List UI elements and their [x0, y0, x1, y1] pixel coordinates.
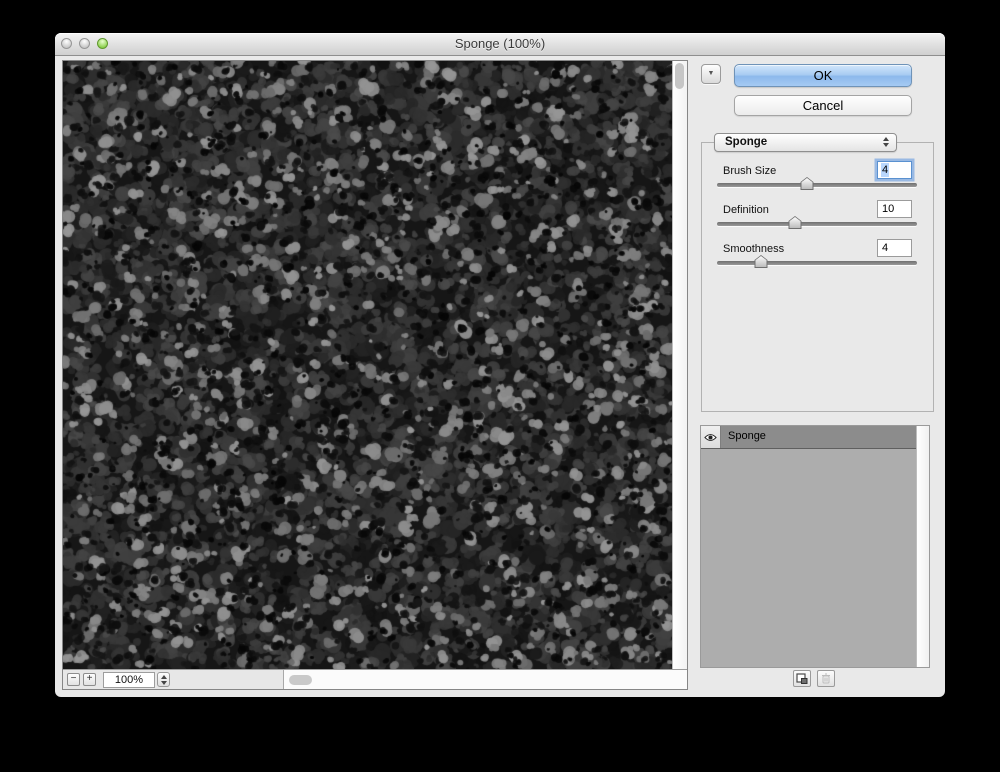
- zoom-stepper[interactable]: [157, 672, 170, 687]
- delete-effect-layer-button: [817, 670, 835, 687]
- zoom-in-button[interactable]: +: [83, 673, 96, 686]
- sponge-filter-dialog: Sponge (100%) − + 100% ▼ OK Cancel Spong…: [55, 33, 945, 697]
- slider-track[interactable]: [717, 183, 917, 187]
- zoom-button[interactable]: [97, 38, 108, 49]
- preview-vertical-scrollbar[interactable]: [672, 61, 687, 669]
- definition-slider-thumb[interactable]: [788, 216, 802, 229]
- window-title: Sponge (100%): [454, 36, 546, 51]
- effect-layer-name: Sponge: [728, 430, 766, 442]
- dropdown-arrows-icon: [883, 137, 889, 147]
- filter-preview-canvas[interactable]: [63, 61, 672, 669]
- eye-icon: [704, 433, 717, 441]
- smoothness-slider-thumb[interactable]: [754, 255, 768, 268]
- preview-horizontal-scrollbar[interactable]: [283, 670, 687, 689]
- new-effect-layer-icon: [796, 673, 808, 684]
- layer-visibility-toggle[interactable]: [701, 426, 721, 448]
- smoothness-value: 4: [882, 242, 889, 254]
- zoom-level-field[interactable]: 100%: [103, 672, 155, 688]
- horizontal-scrollbar-thumb[interactable]: [289, 675, 312, 685]
- definition-value: 10: [882, 203, 895, 215]
- stepper-up-icon: [160, 674, 167, 679]
- stepper-down-icon: [160, 680, 167, 685]
- brush-size-slider-thumb[interactable]: [800, 177, 814, 190]
- definition-slider[interactable]: [717, 215, 917, 229]
- filter-preview-pane: − + 100%: [62, 60, 688, 690]
- brush-size-value: 4: [881, 163, 890, 177]
- effect-layers-panel: Sponge: [700, 425, 930, 668]
- minimize-button: [79, 38, 90, 49]
- effect-layer-row[interactable]: Sponge: [701, 426, 916, 449]
- close-button: [61, 38, 72, 49]
- preview-status-bar: − + 100%: [63, 669, 687, 689]
- slider-track[interactable]: [717, 261, 917, 265]
- filter-select-value: Sponge: [725, 136, 768, 148]
- new-effect-layer-button[interactable]: [793, 670, 811, 687]
- vertical-scrollbar-thumb[interactable]: [675, 63, 684, 89]
- smoothness-slider[interactable]: [717, 254, 917, 268]
- brush-size-slider[interactable]: [717, 176, 917, 190]
- slider-track[interactable]: [717, 222, 917, 226]
- cancel-button[interactable]: Cancel: [734, 95, 912, 116]
- filter-select-dropdown[interactable]: Sponge: [714, 133, 897, 152]
- layers-scrollbar[interactable]: [916, 426, 929, 667]
- trash-icon: [822, 673, 830, 684]
- disclosure-triangle-icon: ▼: [707, 70, 715, 77]
- window-titlebar[interactable]: Sponge (100%): [55, 33, 945, 56]
- ok-button[interactable]: OK: [734, 64, 912, 87]
- zoom-out-button[interactable]: −: [67, 673, 80, 686]
- panel-disclosure-button[interactable]: ▼: [701, 64, 721, 84]
